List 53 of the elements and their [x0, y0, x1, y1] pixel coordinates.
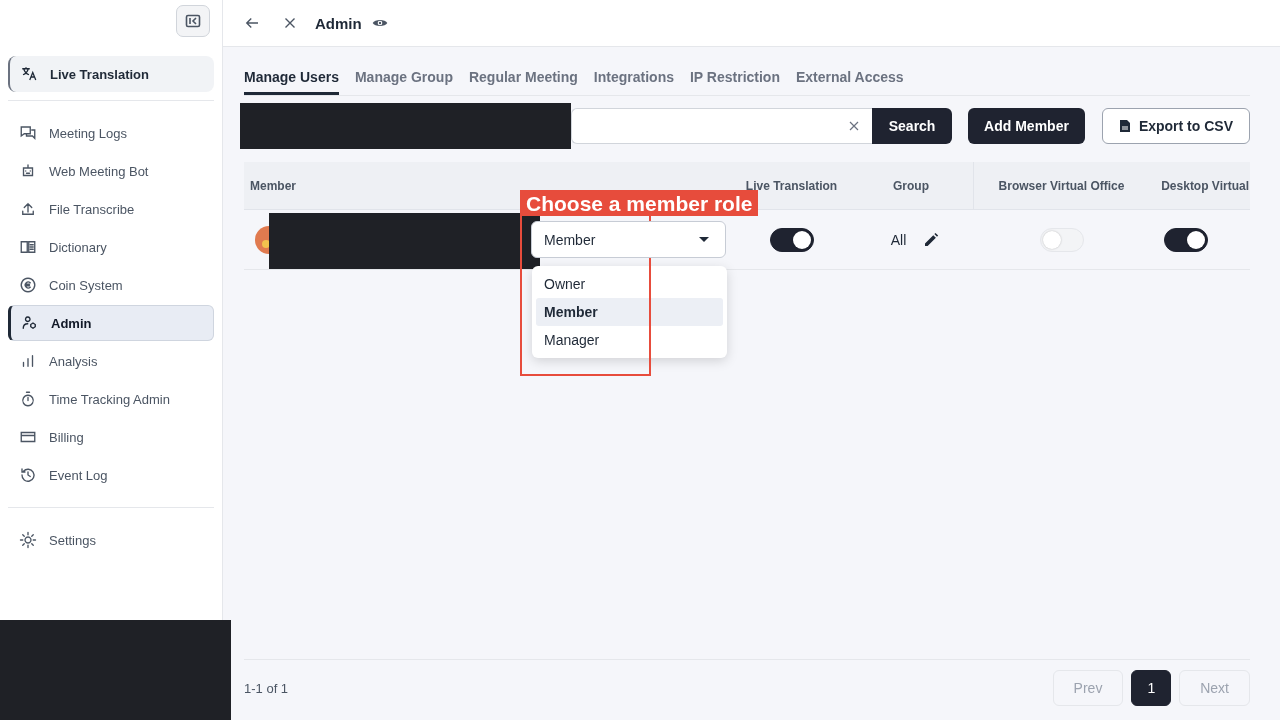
add-member-button[interactable]: Add Member — [968, 108, 1085, 144]
tab[interactable]: Manage Group — [354, 67, 453, 95]
settings-icon — [19, 531, 37, 549]
tab[interactable]: Manage Users — [244, 67, 339, 95]
column-header: Group — [893, 178, 929, 193]
export-button[interactable]: Export to CSV — [1101, 108, 1250, 144]
table-cell: All — [890, 231, 907, 248]
book-icon — [19, 238, 37, 256]
upload-icon — [19, 200, 37, 218]
file-icon — [1118, 119, 1131, 133]
search-field[interactable] — [571, 108, 873, 144]
role-select[interactable]: Member — [531, 221, 726, 258]
sidebar-item[interactable]: Meeting Logs — [8, 115, 214, 151]
tab[interactable]: External Access — [796, 67, 904, 95]
menu-option[interactable]: Owner — [536, 270, 723, 298]
sidebar-item[interactable]: Web Meeting Bot — [8, 153, 214, 189]
page-button[interactable]: 1 — [1131, 670, 1172, 706]
tab[interactable]: Integrations — [593, 67, 674, 95]
sidebar-item[interactable]: Coin System — [8, 267, 214, 303]
column-header: Member — [250, 178, 296, 193]
pagination-range: 1-1 of 1 — [244, 680, 289, 696]
tab[interactable]: IP Restriction — [690, 67, 780, 95]
menu-option[interactable]: Member — [536, 298, 723, 326]
column-header: Browser Virtual Office — [998, 178, 1125, 193]
chat-icon — [19, 124, 37, 142]
clear-icon[interactable] — [848, 120, 861, 132]
sidebar-item[interactable]: Settings — [8, 522, 214, 558]
sidebar-collapse-icon — [185, 13, 201, 29]
sidebar-item[interactable]: Admin — [8, 305, 214, 341]
caret-icon — [699, 236, 709, 243]
coin-icon — [19, 276, 37, 294]
sidebar-item[interactable]: Dictionary — [8, 229, 214, 265]
toggle-switch[interactable] — [1164, 227, 1208, 252]
toggle-switch[interactable] — [769, 227, 814, 252]
annotation-label: Choose a member role — [520, 190, 759, 216]
history-icon — [19, 466, 37, 484]
column-header: Live Translation — [745, 178, 838, 193]
sidebar-collapse-button[interactable] — [176, 5, 210, 37]
column-header: Desktop Virtual — [1161, 178, 1249, 193]
edit-icon[interactable] — [922, 230, 941, 249]
sidebar-item[interactable]: Live Translation — [8, 56, 214, 92]
search-button[interactable]: Search — [872, 108, 953, 144]
sidebar-item[interactable]: Billing — [8, 419, 214, 455]
translate-icon — [20, 65, 38, 83]
tab[interactable]: Regular Meeting — [468, 67, 578, 95]
sidebar-item[interactable]: File Transcribe — [8, 191, 214, 227]
page-title: Admin — [315, 14, 362, 32]
menu-option[interactable]: Manager — [536, 326, 723, 354]
timer-icon — [19, 390, 37, 408]
sidebar-item[interactable]: Time Tracking Admin — [8, 381, 214, 417]
sidebar-item[interactable]: Analysis — [8, 343, 214, 379]
sidebar-item[interactable]: Event Log — [8, 457, 214, 493]
user-gear-icon — [21, 314, 39, 332]
